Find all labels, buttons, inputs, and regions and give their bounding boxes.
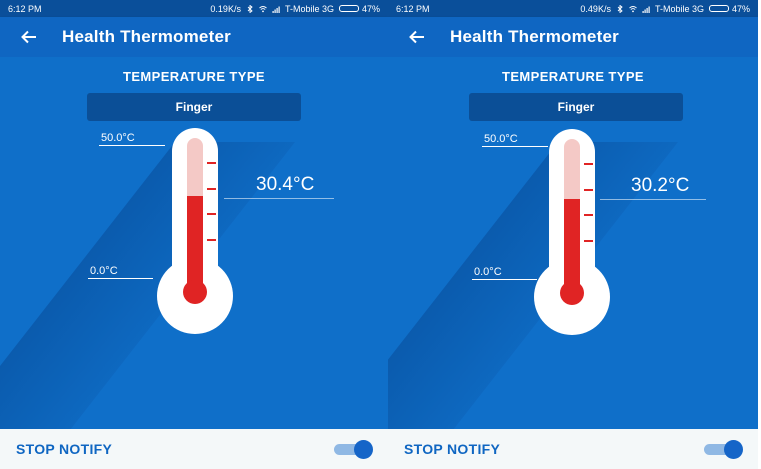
network-speed: 0.19K/s	[210, 3, 241, 14]
scale-tick	[584, 163, 593, 165]
app-bar: Health Thermometer	[388, 17, 758, 57]
wifi-icon	[259, 5, 267, 13]
thermometer-area: TEMPERATURE TYPE Finger 50.0°C 0.0°C 30.…	[0, 57, 388, 429]
battery-indicator: 47%	[708, 3, 750, 14]
scale-tick	[584, 189, 593, 191]
back-arrow-icon[interactable]	[406, 26, 428, 48]
screen-1: 6:12 PM 0.19K/s T-Mobile 3G 47% Health T…	[0, 0, 388, 469]
scale-max-line	[99, 145, 165, 146]
screen-2: 6:12 PM 0.49K/s T-Mobile 3G 47% Health T…	[388, 0, 758, 469]
reading-line	[600, 199, 706, 200]
scale-tick	[207, 213, 216, 215]
battery-indicator: 47%	[338, 3, 380, 14]
scale-min-label: 0.0°C	[90, 265, 118, 277]
temperature-type-selector[interactable]: Finger	[469, 93, 683, 121]
stop-notify-label: STOP NOTIFY	[16, 441, 113, 457]
app-title: Health Thermometer	[62, 27, 231, 46]
scale-min-label: 0.0°C	[474, 266, 502, 278]
notify-bar: STOP NOTIFY	[0, 429, 388, 469]
app-bar: Health Thermometer	[0, 17, 388, 57]
temperature-reading: 30.4°C	[256, 174, 315, 195]
status-bar: 6:12 PM 0.19K/s T-Mobile 3G 47%	[0, 0, 388, 17]
temperature-type-selector[interactable]: Finger	[87, 93, 301, 121]
toggle-knob	[724, 440, 743, 459]
bluetooth-icon	[246, 4, 254, 13]
scale-tick	[207, 239, 216, 241]
mercury-bulb	[560, 281, 584, 305]
status-bar: 6:12 PM 0.49K/s T-Mobile 3G 47%	[388, 0, 758, 17]
scale-max-label: 50.0°C	[101, 132, 135, 144]
battery-icon	[708, 5, 729, 12]
battery-percent: 47%	[361, 3, 380, 14]
app-title: Health Thermometer	[450, 27, 619, 46]
scale-min-line	[88, 278, 153, 279]
battery-icon	[338, 5, 359, 12]
signal-icon	[272, 5, 280, 13]
scale-tick	[584, 214, 593, 216]
mercury-fill	[187, 196, 203, 288]
reading-line	[224, 198, 334, 199]
status-time: 6:12 PM	[396, 3, 430, 14]
network-speed: 0.49K/s	[580, 3, 611, 14]
temperature-reading: 30.2°C	[631, 175, 690, 196]
signal-icon	[642, 5, 650, 13]
scale-min-line	[472, 279, 537, 280]
temperature-type-label: TEMPERATURE TYPE	[123, 69, 265, 84]
thermometer-shadow	[0, 142, 295, 429]
mercury-fill	[564, 199, 580, 289]
scale-tick	[207, 162, 216, 164]
carrier-name: T-Mobile 3G	[654, 3, 704, 14]
carrier-name: T-Mobile 3G	[284, 3, 334, 14]
back-arrow-icon[interactable]	[18, 26, 40, 48]
notify-bar: STOP NOTIFY	[388, 429, 758, 469]
bluetooth-icon	[616, 4, 624, 13]
battery-percent: 47%	[731, 3, 750, 14]
thermometer-area: TEMPERATURE TYPE Finger 50.0°C 0.0°C 30.…	[388, 57, 758, 429]
stop-notify-toggle[interactable]	[332, 439, 374, 459]
scale-max-label: 50.0°C	[484, 133, 518, 145]
stop-notify-toggle[interactable]	[702, 439, 744, 459]
scale-max-line	[482, 146, 548, 147]
stop-notify-label: STOP NOTIFY	[404, 441, 501, 457]
wifi-icon	[629, 5, 637, 13]
scale-tick	[207, 188, 216, 190]
mercury-bulb	[183, 280, 207, 304]
status-time: 6:12 PM	[8, 3, 42, 14]
scale-tick	[584, 240, 593, 242]
toggle-knob	[354, 440, 373, 459]
temperature-type-label: TEMPERATURE TYPE	[502, 69, 644, 84]
